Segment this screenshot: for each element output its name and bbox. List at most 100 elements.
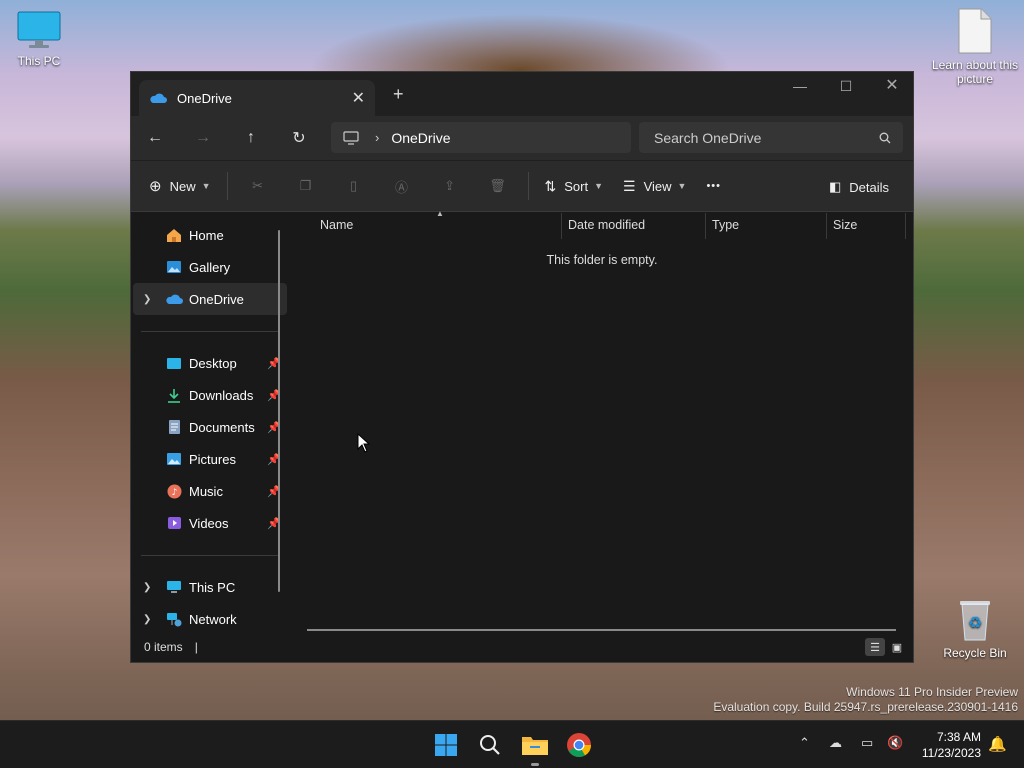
sidebar-item-network[interactable]: ❯ Network [133,603,287,635]
refresh-button[interactable]: ↻ [287,126,311,150]
start-button[interactable] [430,729,462,761]
sidebar-item-videos[interactable]: Videos 📌 [133,507,287,539]
chevron-right-icon[interactable]: ❯ [143,614,151,625]
share-button[interactable]: ⇪ [426,170,474,202]
search-box[interactable]: Search OneDrive [639,122,903,153]
pictures-icon [165,450,183,468]
view-button[interactable]: ☰ View ▼ [613,170,696,202]
sidebar-item-label: Gallery [189,259,231,275]
sidebar-item-pictures[interactable]: Pictures 📌 [133,443,287,475]
sidebar-item-label: Music [189,483,223,499]
tiles-view-button[interactable]: ▣ [887,638,907,656]
nav-divider [141,331,279,332]
network-tray-icon[interactable]: ▭ [861,735,873,751]
sidebar-item-desktop[interactable]: Desktop 📌 [133,347,287,379]
breadcrumb-onedrive[interactable]: OneDrive [391,130,450,146]
divider [527,172,529,200]
sidebar-item-downloads[interactable]: Downloads 📌 [133,379,287,411]
nav-divider [141,555,279,556]
paste-button[interactable]: ▯ [330,170,378,202]
sidebar-item-label: Desktop [189,355,237,371]
details-button[interactable]: ◧ Details [819,171,899,203]
show-hidden-icons-chevron-icon[interactable]: ⌃ [799,735,810,751]
column-divider[interactable] [561,213,562,239]
tiles-view-icon: ▣ [891,641,903,654]
share-icon: ⇪ [444,178,455,193]
document-icon [958,8,992,54]
sidebar-item-documents[interactable]: Documents 📌 [133,411,287,443]
column-divider[interactable] [905,213,906,239]
clock-time: 7:38 AM [936,730,981,744]
sidebar-item-onedrive[interactable]: ❯ OneDrive [133,283,287,315]
sidebar-item-label: Downloads [189,387,254,403]
navigation-bar: ← → ↑ ↻ › OneDrive Search OneDrive [131,116,913,160]
title-bar[interactable]: OneDrive ✕ + — ☐ ✕ [131,72,913,116]
onedrive-icon [165,290,183,308]
status-bar: 0 items | ☰ ▣ [131,632,913,662]
new-tab-button[interactable]: + [393,84,404,105]
sort-button[interactable]: ⇅ Sort ▼ [535,170,614,202]
desktop-icon-this-pc[interactable]: This PC [0,10,84,68]
sidebar-item-label: Videos [189,515,229,531]
monitor-icon [343,130,359,145]
up-button[interactable]: ↑ [239,126,263,150]
desktop-icon-recycle-bin[interactable]: ♻ Recycle Bin [930,598,1020,660]
column-name[interactable]: Name [320,218,353,232]
column-date-modified[interactable]: Date modified [568,218,645,232]
item-count: 0 items [144,640,183,654]
desktop-icon-label: Recycle Bin [943,646,1007,660]
onedrive-tray-icon[interactable]: ☁ [829,735,842,751]
status-separator: | [194,640,198,654]
desktop-icon-label: Learn about this picture [931,58,1019,86]
column-header-row: ▲ Name Date modified Type Size [289,209,913,239]
sidebar-item-this-pc[interactable]: ❯ This PC [133,571,287,603]
arrow-up-icon: ↑ [247,129,255,146]
volume-muted-icon[interactable]: 🔇 [887,735,903,751]
copy-button[interactable]: ❐ [282,170,330,202]
file-explorer-taskbar-button[interactable] [519,729,551,761]
back-button[interactable]: ← [143,126,167,150]
file-list-pane[interactable]: ▲ Name Date modified Type Size This fold… [289,209,913,632]
column-divider[interactable] [705,213,706,239]
column-type[interactable]: Type [712,218,739,232]
column-divider[interactable] [826,213,827,239]
rename-button[interactable]: Ⓐ [378,170,426,202]
new-button[interactable]: ⊕ New ▼ [139,170,221,202]
view-toggles: ☰ ▣ [863,638,907,656]
divider [226,172,228,200]
chevron-right-icon[interactable]: › [375,130,379,145]
details-view-button[interactable]: ☰ [865,638,885,656]
sort-icon: ⇅ [544,177,557,194]
close-window-button[interactable]: ✕ [869,72,915,102]
system-clock[interactable]: 7:38 AM 11/23/2023 [922,729,981,761]
horizontal-scrollbar[interactable] [307,629,896,631]
sidebar-item-gallery[interactable]: Gallery [133,251,287,283]
search-icon [480,735,500,755]
chrome-taskbar-button[interactable] [563,729,595,761]
sidebar-item-home[interactable]: Home [133,219,287,251]
maximize-button[interactable]: ☐ [823,72,869,102]
notifications-bell-icon[interactable]: 🔔 [988,735,1007,753]
delete-button[interactable]: 🗑 [474,170,522,202]
arrow-right-icon: → [195,129,211,146]
chevron-right-icon[interactable]: ❯ [143,294,151,305]
gallery-icon [165,258,183,276]
scissors-icon: ✂ [252,178,263,193]
forward-button[interactable]: → [191,126,215,150]
search-input[interactable]: Search OneDrive [654,130,879,146]
sidebar-item-music[interactable]: ♪ Music 📌 [133,475,287,507]
close-tab-icon[interactable]: ✕ [352,88,365,108]
nav-scrollbar[interactable] [278,230,280,592]
search-button[interactable] [474,729,506,761]
chevron-right-icon[interactable]: ❯ [143,582,151,593]
svg-text:♪: ♪ [171,488,177,498]
cut-button[interactable]: ✂ [234,170,282,202]
folder-icon [522,737,548,755]
tab-onedrive[interactable]: OneDrive ✕ [139,80,375,116]
more-options-button[interactable]: ••• [696,170,731,202]
minimize-button[interactable]: — [777,72,823,102]
address-bar[interactable]: › OneDrive [331,122,631,153]
column-size[interactable]: Size [833,218,857,232]
desktop-icon-learn-picture[interactable]: Learn about this picture [930,8,1020,86]
music-icon: ♪ [165,482,183,500]
